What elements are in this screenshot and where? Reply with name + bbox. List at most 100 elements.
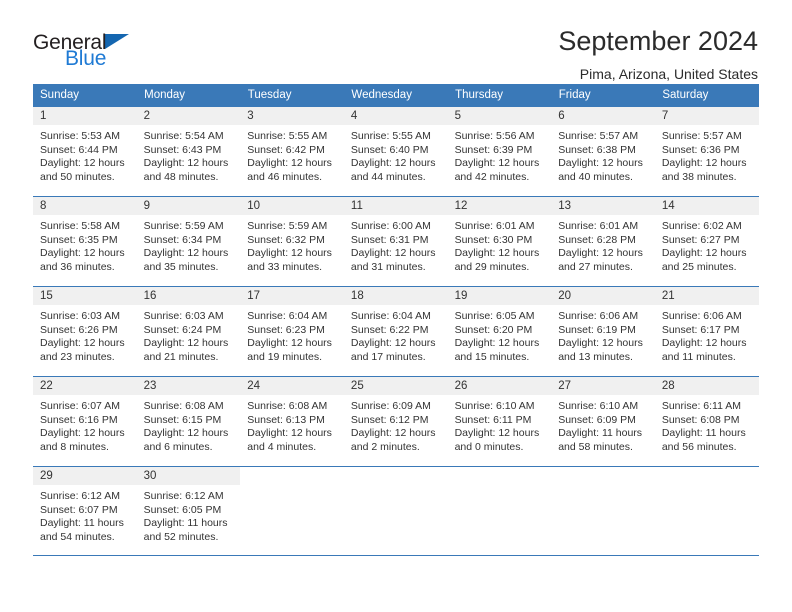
daylight-text-line2: and 15 minutes. [454, 350, 530, 363]
daylight-text-line1: Daylight: 12 hours [40, 427, 125, 440]
daylight-text-line1: Daylight: 12 hours [558, 247, 643, 260]
day-cell[interactable]: 10 Sunrise: 5:59 AM Sunset: 6:32 PM Dayligh… [240, 196, 344, 287]
sunrise-text: Sunrise: 6:07 AM [40, 400, 120, 412]
sunset-text: Sunset: 6:38 PM [558, 143, 636, 156]
daylight-text-line1: Daylight: 12 hours [350, 247, 436, 260]
day-details: Sunrise: 6:09 AM Sunset: 6:12 PM Daylight:… [344, 395, 448, 454]
daylight-text-line2: and 29 minutes. [454, 260, 530, 273]
day-number: 3 [240, 107, 344, 125]
day-cell[interactable]: 26 Sunrise: 6:10 AM Sunset: 6:11 PM Dayligh… [447, 376, 552, 467]
daylight-text-line2: and 23 minutes. [40, 350, 115, 363]
sunrise-text: Sunrise: 6:03 AM [40, 310, 120, 322]
daylight-text-line1: Daylight: 12 hours [350, 157, 436, 170]
day-cell[interactable]: 16 Sunrise: 6:03 AM Sunset: 6:24 PM Dayligh… [136, 286, 241, 377]
day-cell[interactable]: 20 Sunrise: 6:06 AM Sunset: 6:19 PM Dayligh… [551, 286, 655, 377]
day-number: 7 [654, 107, 759, 125]
sunrise-text: Sunrise: 5:57 AM [558, 130, 639, 142]
day-cell[interactable]: 2 Sunrise: 5:54 AM Sunset: 6:43 PM Daylight… [136, 106, 241, 197]
day-details: Sunrise: 6:08 AM Sunset: 6:15 PM Daylight:… [137, 395, 241, 454]
day-cell[interactable]: 27 Sunrise: 6:10 AM Sunset: 6:09 PM Dayligh… [551, 376, 655, 467]
day-details: Sunrise: 6:10 AM Sunset: 6:09 PM Daylight:… [551, 395, 655, 454]
day-details: Sunrise: 5:59 AM Sunset: 6:32 PM Daylight:… [240, 215, 344, 274]
day-details: Sunrise: 6:06 AM Sunset: 6:17 PM Daylight:… [655, 305, 759, 364]
day-cell[interactable]: 15 Sunrise: 6:03 AM Sunset: 6:26 PM Dayligh… [33, 286, 137, 377]
daylight-text-line1: Daylight: 11 hours [40, 517, 124, 530]
sunset-text: Sunset: 6:27 PM [661, 233, 740, 246]
day-number: 19 [447, 287, 552, 305]
day-details: Sunrise: 6:11 AM Sunset: 6:08 PM Daylight:… [655, 395, 759, 454]
sunset-text: Sunset: 6:24 PM [143, 323, 222, 336]
sunrise-text: Sunrise: 5:59 AM [247, 220, 328, 232]
day-cell[interactable]: 7 Sunrise: 5:57 AM Sunset: 6:36 PM Daylight… [654, 106, 759, 197]
day-number: 24 [240, 377, 344, 395]
day-cell[interactable]: 23 Sunrise: 6:08 AM Sunset: 6:15 PM Dayligh… [136, 376, 241, 467]
day-cell[interactable]: 29 Sunrise: 6:12 AM Sunset: 6:07 PM Dayligh… [33, 466, 137, 556]
sunset-text: Sunset: 6:26 PM [40, 323, 118, 336]
daylight-text-line2: and 21 minutes. [143, 350, 219, 363]
calendar-week-row: 15 Sunrise: 6:03 AM Sunset: 6:26 PM Dayligh… [33, 286, 759, 377]
day-cell[interactable]: 5 Sunrise: 5:56 AM Sunset: 6:39 PM Daylight… [447, 106, 552, 197]
day-cell[interactable]: 18 Sunrise: 6:04 AM Sunset: 6:22 PM Dayligh… [343, 286, 448, 377]
daylight-text-line1: Daylight: 12 hours [143, 157, 229, 170]
day-number: 9 [136, 197, 241, 215]
day-details: Sunrise: 6:10 AM Sunset: 6:11 PM Daylight:… [448, 395, 552, 454]
day-cell[interactable]: 14 Sunrise: 6:02 AM Sunset: 6:27 PM Dayligh… [654, 196, 759, 287]
day-cell[interactable]: 21 Sunrise: 6:06 AM Sunset: 6:17 PM Dayligh… [654, 286, 759, 377]
day-number: 4 [343, 107, 448, 125]
day-cell-empty [240, 466, 344, 556]
day-cell[interactable]: 30 Sunrise: 6:12 AM Sunset: 6:05 PM Dayligh… [136, 466, 241, 556]
sunrise-text: Sunrise: 6:06 AM [661, 310, 742, 322]
day-details: Sunrise: 6:03 AM Sunset: 6:24 PM Daylight:… [137, 305, 241, 364]
day-cell[interactable]: 8 Sunrise: 5:58 AM Sunset: 6:35 PM Daylight… [33, 196, 137, 287]
day-cell[interactable]: 24 Sunrise: 6:08 AM Sunset: 6:13 PM Dayligh… [240, 376, 344, 467]
day-cell[interactable]: 17 Sunrise: 6:04 AM Sunset: 6:23 PM Dayligh… [240, 286, 344, 377]
sunrise-text: Sunrise: 6:08 AM [247, 400, 328, 412]
sunset-text: Sunset: 6:31 PM [350, 233, 429, 246]
day-cell[interactable]: 9 Sunrise: 5:59 AM Sunset: 6:34 PM Daylight… [136, 196, 241, 287]
general-blue-logo[interactable]: General Blue [33, 26, 183, 74]
weekday-header-friday: Friday [551, 84, 656, 107]
day-cell[interactable]: 1 Sunrise: 5:53 AM Sunset: 6:44 PM Daylight… [33, 106, 137, 197]
day-number: 14 [654, 197, 759, 215]
sunrise-text: Sunrise: 6:03 AM [143, 310, 224, 322]
day-details: Sunrise: 6:04 AM Sunset: 6:23 PM Daylight:… [240, 305, 344, 364]
sunset-text: Sunset: 6:42 PM [247, 143, 325, 156]
day-number: 2 [136, 107, 241, 125]
day-cell[interactable]: 3 Sunrise: 5:55 AM Sunset: 6:42 PM Daylight… [240, 106, 344, 197]
sunset-text: Sunset: 6:39 PM [454, 143, 533, 156]
day-cell[interactable]: 12 Sunrise: 6:01 AM Sunset: 6:30 PM Dayligh… [447, 196, 552, 287]
daylight-text-line1: Daylight: 12 hours [661, 157, 747, 170]
day-details: Sunrise: 6:01 AM Sunset: 6:30 PM Daylight:… [448, 215, 552, 274]
page-header: General Blue September 2024 Pima, Arizon… [33, 0, 759, 82]
day-cell[interactable]: 22 Sunrise: 6:07 AM Sunset: 6:16 PM Dayligh… [33, 376, 137, 467]
calendar-week-row: 1 Sunrise: 5:53 AM Sunset: 6:44 PM Daylight… [33, 106, 759, 197]
day-cell[interactable]: 19 Sunrise: 6:05 AM Sunset: 6:20 PM Dayligh… [447, 286, 552, 377]
sunrise-text: Sunrise: 6:10 AM [558, 400, 639, 412]
day-number [655, 467, 759, 485]
daylight-text-line1: Daylight: 11 hours [661, 427, 746, 440]
sunrise-text: Sunrise: 6:02 AM [661, 220, 742, 232]
day-number [344, 467, 448, 485]
day-number: 27 [551, 377, 655, 395]
daylight-text-line1: Daylight: 12 hours [143, 247, 229, 260]
daylight-text-line2: and 6 minutes. [143, 440, 213, 453]
day-cell[interactable]: 28 Sunrise: 6:11 AM Sunset: 6:08 PM Dayligh… [654, 376, 759, 467]
sunrise-text: Sunrise: 6:12 AM [143, 490, 224, 502]
day-number: 29 [33, 467, 137, 485]
daylight-text-line2: and 8 minutes. [40, 440, 109, 453]
sunrise-text: Sunrise: 6:08 AM [143, 400, 224, 412]
sunrise-text: Sunrise: 5:54 AM [143, 130, 224, 142]
daylight-text-line1: Daylight: 12 hours [40, 337, 125, 350]
daylight-text-line1: Daylight: 12 hours [454, 337, 540, 350]
day-number: 21 [654, 287, 759, 305]
day-cell[interactable]: 4 Sunrise: 5:55 AM Sunset: 6:40 PM Daylight… [343, 106, 448, 197]
sunrise-text: Sunrise: 6:06 AM [558, 310, 639, 322]
day-cell[interactable]: 6 Sunrise: 5:57 AM Sunset: 6:38 PM Daylight… [551, 106, 655, 197]
day-cell[interactable]: 25 Sunrise: 6:09 AM Sunset: 6:12 PM Dayligh… [343, 376, 448, 467]
daylight-text-line2: and 44 minutes. [350, 170, 426, 183]
day-cell[interactable]: 13 Sunrise: 6:01 AM Sunset: 6:28 PM Dayligh… [551, 196, 655, 287]
calendar-week-row: 22 Sunrise: 6:07 AM Sunset: 6:16 PM Dayligh… [33, 376, 759, 467]
logo-text-blue: Blue [65, 47, 107, 70]
day-cell[interactable]: 11 Sunrise: 6:00 AM Sunset: 6:31 PM Dayligh… [343, 196, 448, 287]
day-details: Sunrise: 5:55 AM Sunset: 6:40 PM Daylight:… [344, 125, 448, 184]
